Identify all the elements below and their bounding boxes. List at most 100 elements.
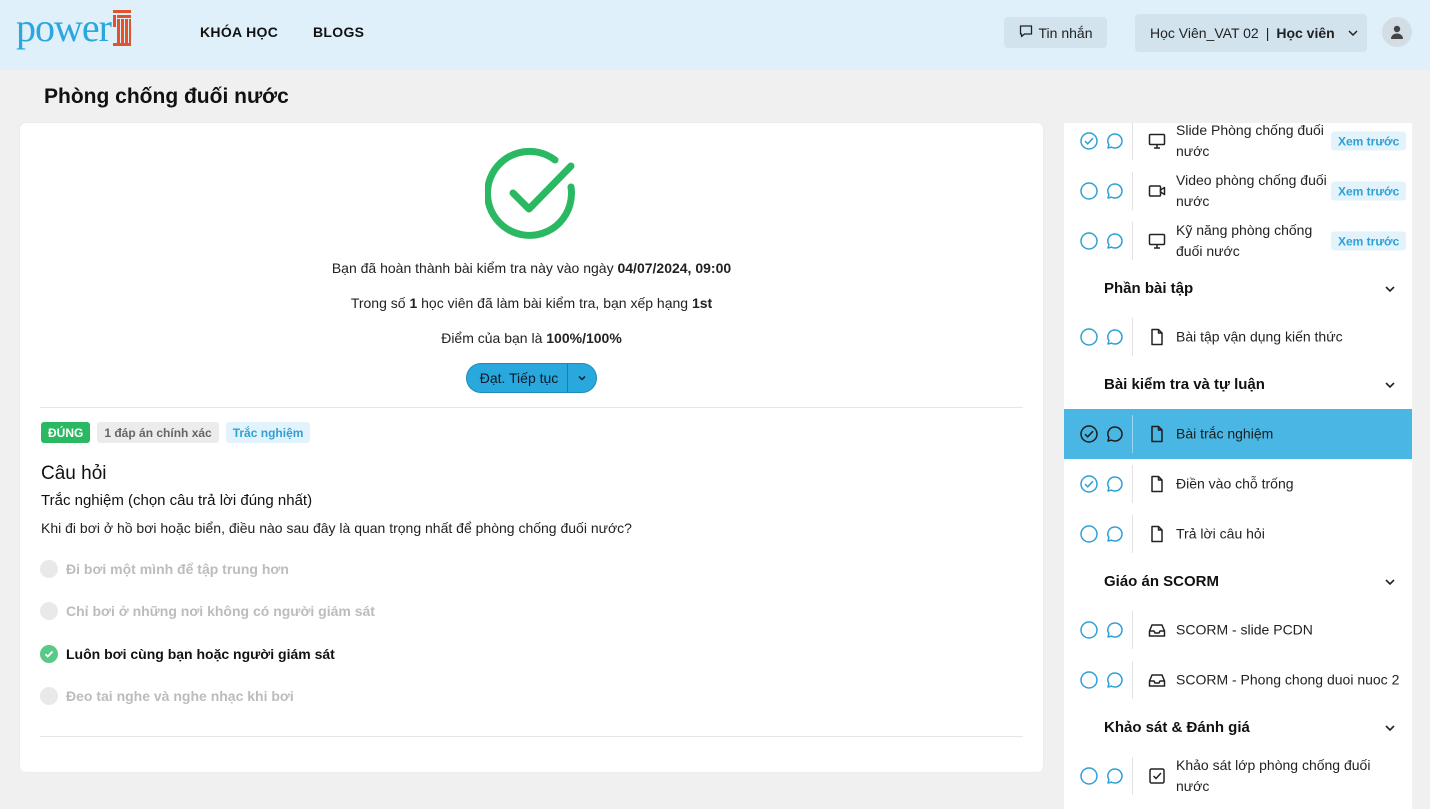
question-tags: ĐÚNG 1 đáp án chính xác Trắc nghiệm	[41, 422, 311, 443]
top-header: power KHÓA HỌC BLOGS Tin nhắn Học Viên_V…	[0, 0, 1430, 70]
divider	[40, 736, 1023, 737]
section-header[interactable]: Giáo án SCORM	[1064, 562, 1412, 602]
user-role: Học viên	[1276, 25, 1335, 41]
divider	[1132, 757, 1133, 795]
continue-split-button: Đạt. Tiếp tục	[466, 363, 597, 393]
user-icon	[1391, 25, 1403, 39]
messages-label: Tin nhắn	[1038, 24, 1093, 41]
document-icon	[1151, 328, 1163, 346]
incomplete-circle-icon	[1080, 525, 1098, 543]
divider	[1132, 318, 1133, 356]
section-header[interactable]: Bài kiểm tra và tự luận	[1064, 365, 1412, 405]
preview-badge[interactable]: Xem trước	[1331, 231, 1407, 251]
chevron-down-icon	[1385, 382, 1395, 389]
answer-option: Đi bơi một mình để tập trung hơn	[40, 560, 289, 578]
continue-dropdown-button[interactable]	[567, 364, 596, 392]
section-header[interactable]: Khảo sát & Đánh giá	[1064, 708, 1412, 748]
lesson-item[interactable]: Điền vào chỗ trống	[1064, 459, 1412, 509]
divider	[1132, 415, 1133, 453]
comment-icon[interactable]	[1106, 182, 1124, 200]
monitor-icon	[1148, 133, 1166, 149]
radio-icon	[40, 560, 58, 578]
lesson-title: Slide Phòng chống đuối nước	[1176, 123, 1324, 159]
avatar[interactable]	[1382, 17, 1412, 47]
user-name: Học Viên_VAT 02	[1150, 25, 1259, 41]
answer-option: Đeo tai nghe và nghe nhạc khi bơi	[40, 687, 294, 705]
nav-courses[interactable]: KHÓA HỌC	[200, 24, 278, 40]
chat-icon	[1019, 24, 1033, 41]
incomplete-circle-icon	[1080, 232, 1098, 250]
document-icon	[1151, 525, 1163, 543]
preview-badge[interactable]: Xem trước	[1331, 181, 1407, 201]
page-title: Phòng chống đuối nước	[44, 85, 289, 108]
lesson-item[interactable]: Bài tập vận dụng kiến thức	[1064, 312, 1412, 362]
lesson-item-active[interactable]: Bài trắc nghiệm	[1064, 409, 1412, 459]
section-title: Giáo án SCORM	[1104, 573, 1220, 590]
brand-logo[interactable]: power	[16, 8, 131, 48]
comment-icon[interactable]	[1106, 328, 1124, 346]
incomplete-circle-icon	[1080, 621, 1098, 639]
incomplete-circle-icon	[1080, 182, 1098, 200]
incomplete-circle-icon	[1080, 767, 1098, 785]
completed-check-icon	[1080, 132, 1098, 150]
preview-badge[interactable]: Xem trước	[1331, 131, 1407, 151]
messages-button[interactable]: Tin nhắn	[1004, 17, 1107, 48]
chevron-down-icon	[1347, 27, 1359, 39]
lesson-item[interactable]: Trả lời câu hỏi	[1064, 509, 1412, 559]
lesson-title: Điền vào chỗ trống	[1176, 475, 1294, 492]
lesson-title: SCORM - Phong chong duoi nuoc 2	[1176, 671, 1400, 688]
score-value: 100%/100%	[546, 330, 622, 346]
checkbox-icon	[1149, 768, 1165, 784]
question-subheading: Trắc nghiệm (chọn câu trả lời đúng nhất)	[41, 492, 313, 509]
chevron-down-icon	[578, 375, 586, 381]
completed-check-icon	[1080, 425, 1098, 443]
lesson-title: SCORM - slide PCDN	[1176, 621, 1313, 638]
section-header[interactable]: Phần bài tập	[1064, 269, 1412, 309]
lesson-item[interactable]: Kỹ năng phòng chống đuối nước Xem trước	[1064, 216, 1412, 266]
lesson-item[interactable]: SCORM - Phong chong duoi nuoc 2	[1064, 655, 1412, 705]
comment-icon[interactable]	[1106, 475, 1124, 493]
radio-icon	[40, 602, 58, 620]
comment-icon[interactable]	[1106, 525, 1124, 543]
lesson-item[interactable]: Video phòng chống đuối nước Xem trước	[1064, 166, 1412, 216]
comment-icon[interactable]	[1106, 621, 1124, 639]
divider	[1132, 123, 1133, 160]
radio-icon	[40, 687, 58, 705]
continue-button[interactable]: Đạt. Tiếp tục	[467, 364, 567, 392]
divider	[1132, 465, 1133, 503]
course-outline: Slide Phòng chống đuối nước Xem trước Vi…	[1064, 123, 1412, 809]
logo-wordmark: power	[16, 5, 112, 50]
nav-blogs[interactable]: BLOGS	[313, 24, 364, 40]
comment-icon[interactable]	[1106, 232, 1124, 250]
lesson-item[interactable]: Slide Phòng chống đuối nước Xem trước	[1064, 123, 1412, 166]
completion-info: Bạn đã hoàn thành bài kiểm tra này vào n…	[331, 260, 732, 276]
user-menu[interactable]: Học Viên_VAT 02 | Học viên	[1135, 14, 1367, 52]
lesson-title: Bài tập vận dụng kiến thức	[1176, 328, 1343, 345]
lesson-title: Bài trắc nghiệm	[1176, 425, 1274, 442]
chevron-down-icon	[1385, 725, 1395, 732]
correct-badge: ĐÚNG	[41, 422, 91, 443]
chevron-down-icon	[1385, 579, 1395, 586]
quiz-result-card: Bạn đã hoàn thành bài kiểm tra này vào n…	[20, 123, 1043, 772]
section-title: Phần bài tập	[1104, 280, 1194, 297]
comment-icon[interactable]	[1106, 671, 1124, 689]
score-info: Điểm của bạn là 100%/100%	[441, 330, 622, 346]
question-text: Khi đi bơi ở hồ bơi hoặc biển, điều nào …	[41, 520, 632, 536]
rank-info: Trong số 1 học viên đã làm bài kiểm tra,…	[350, 295, 713, 311]
chevron-down-icon	[1385, 286, 1395, 293]
lesson-item[interactable]: Khảo sát lớp phòng chống đuối nước	[1064, 751, 1412, 801]
comment-icon[interactable]	[1106, 425, 1124, 443]
logo-mark-icon	[112, 10, 131, 46]
lesson-title: Trả lời câu hỏi	[1176, 525, 1265, 542]
divider	[40, 407, 1023, 408]
incomplete-circle-icon	[1080, 328, 1098, 346]
incomplete-circle-icon	[1080, 671, 1098, 689]
divider	[1132, 222, 1133, 260]
lesson-item[interactable]: SCORM - slide PCDN	[1064, 605, 1412, 655]
inbox-icon	[1148, 624, 1166, 637]
monitor-icon	[1148, 233, 1166, 249]
section-title: Bài kiểm tra và tự luận	[1104, 376, 1265, 393]
check-circle-icon	[40, 645, 58, 663]
comment-icon[interactable]	[1106, 132, 1124, 150]
comment-icon[interactable]	[1106, 767, 1124, 785]
